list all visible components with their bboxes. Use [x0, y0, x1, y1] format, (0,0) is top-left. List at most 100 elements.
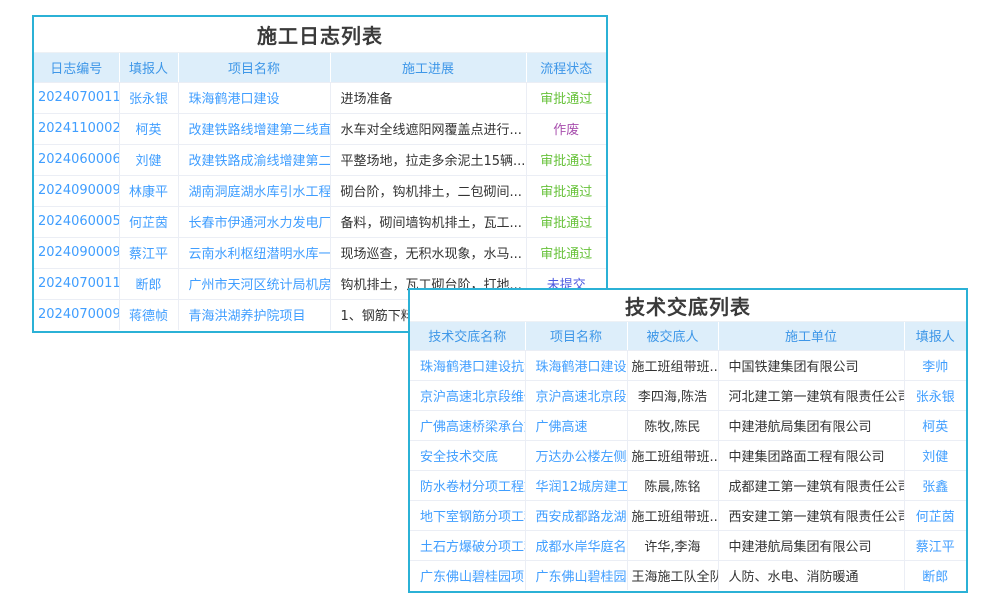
construction-log-header: 日志编号 填报人 项目名称 施工进展 流程状态	[34, 53, 606, 82]
column-header-progress: 施工进展	[330, 53, 526, 82]
cell-project[interactable]: 青海洪湖养护院项目	[178, 299, 330, 330]
cell-project[interactable]: 云南水利枢纽潜明水库一...	[178, 237, 330, 268]
cell-unit: 中建集团路面工程有限公司	[718, 440, 904, 470]
cell-project[interactable]: 湖南洞庭湖水库引水工程...	[178, 175, 330, 206]
cell-progress: 砌台阶，钩机排土，二包砌间...	[330, 175, 526, 206]
table-row: 2024060006刘健改建铁路成渝线增建第二...平整场地，拉走多余泥土15辆…	[34, 144, 606, 175]
cell-unit: 西安建工第一建筑有限责任公司	[718, 500, 904, 530]
cell-reporter[interactable]: 蔡江平	[119, 237, 178, 268]
table-row: 2024090009蔡江平云南水利枢纽潜明水库一...现场巡查，无积水现象，水马…	[34, 237, 606, 268]
table-row: 京沪高速北京段维修...京沪高速北京段维修李四海,陈浩河北建工第一建筑有限责任公…	[410, 380, 966, 410]
cell-status: 审批通过	[526, 206, 606, 237]
cell-project[interactable]: 改建铁路成渝线增建第二...	[178, 144, 330, 175]
cell-log-no[interactable]: 2024070009	[34, 299, 119, 330]
cell-log-no[interactable]: 2024060006	[34, 144, 119, 175]
table-row: 广佛高速桥梁承台施...广佛高速陈牧,陈民中建港航局集团有限公司柯英	[410, 410, 966, 440]
table-row: 土石方爆破分项工程...成都水岸华庭名苑...许华,李海中建港航局集团有限公司蔡…	[410, 530, 966, 560]
cell-name[interactable]: 珠海鹤港口建设抗浮...	[410, 350, 525, 380]
cell-progress: 平整场地，拉走多余泥土15辆...	[330, 144, 526, 175]
cell-briefed: 陈晨,陈铭	[627, 470, 718, 500]
cell-unit: 河北建工第一建筑有限责任公司	[718, 380, 904, 410]
cell-log-no[interactable]: 2024110002	[34, 113, 119, 144]
cell-reporter[interactable]: 张永银	[119, 82, 178, 113]
cell-project[interactable]: 广州市天河区统计局机房...	[178, 268, 330, 299]
cell-reporter[interactable]: 蒋德帧	[119, 299, 178, 330]
column-header-construction-unit: 施工单位	[718, 322, 904, 350]
cell-reporter[interactable]: 何芷茵	[904, 500, 966, 530]
cell-project[interactable]: 京沪高速北京段维修	[525, 380, 627, 410]
cell-status: 审批通过	[526, 175, 606, 206]
cell-progress: 备料，砌间墙钩机排土，瓦工...	[330, 206, 526, 237]
cell-project[interactable]: 改建铁路线增建第二线直...	[178, 113, 330, 144]
cell-reporter[interactable]: 林康平	[119, 175, 178, 206]
cell-name[interactable]: 京沪高速北京段维修...	[410, 380, 525, 410]
cell-briefed: 李四海,陈浩	[627, 380, 718, 410]
cell-reporter[interactable]: 断郎	[904, 560, 966, 590]
cell-name[interactable]: 土石方爆破分项工程...	[410, 530, 525, 560]
column-header-log-no: 日志编号	[34, 53, 119, 82]
tech-disclosure-table: 技术交底名称 项目名称 被交底人 施工单位 填报人 珠海鹤港口建设抗浮...珠海…	[410, 322, 966, 590]
cell-reporter[interactable]: 李帅	[904, 350, 966, 380]
cell-log-no[interactable]: 2024070011	[34, 268, 119, 299]
cell-unit: 成都建工第一建筑有限责任公司	[718, 470, 904, 500]
cell-progress: 现场巡查，无积水现象，水马...	[330, 237, 526, 268]
cell-briefed: 许华,李海	[627, 530, 718, 560]
cell-reporter[interactable]: 何芷茵	[119, 206, 178, 237]
cell-progress: 水车对全线遮阳网覆盖点进行...	[330, 113, 526, 144]
column-header-status: 流程状态	[526, 53, 606, 82]
cell-name[interactable]: 安全技术交底	[410, 440, 525, 470]
cell-status: 审批通过	[526, 237, 606, 268]
table-row: 2024110002柯英改建铁路线增建第二线直...水车对全线遮阳网覆盖点进行.…	[34, 113, 606, 144]
cell-reporter[interactable]: 蔡江平	[904, 530, 966, 560]
tech-disclosure-title: 技术交底列表	[410, 290, 966, 322]
cell-log-no[interactable]: 2024090009	[34, 175, 119, 206]
table-row: 地下室钢筋分项工程...西安成都路龙湖上...施工班组带班...西安建工第一建筑…	[410, 500, 966, 530]
column-header-reporter: 填报人	[119, 53, 178, 82]
table-row: 安全技术交底万达办公楼左侧A...施工班组带班...中建集团路面工程有限公司刘健	[410, 440, 966, 470]
cell-name[interactable]: 广东佛山碧桂园项目...	[410, 560, 525, 590]
construction-log-panel: 施工日志列表 日志编号 填报人 项目名称 施工进展 流程状态 202407001…	[32, 15, 608, 333]
table-row: 2024090009林康平湖南洞庭湖水库引水工程...砌台阶，钩机排土，二包砌间…	[34, 175, 606, 206]
cell-reporter[interactable]: 张鑫	[904, 470, 966, 500]
cell-status: 审批通过	[526, 82, 606, 113]
cell-reporter[interactable]: 张永银	[904, 380, 966, 410]
table-row: 2024070011张永银珠海鹤港口建设进场准备审批通过	[34, 82, 606, 113]
cell-reporter[interactable]: 刘健	[904, 440, 966, 470]
construction-log-title: 施工日志列表	[34, 17, 606, 53]
cell-reporter[interactable]: 柯英	[904, 410, 966, 440]
tech-disclosure-body: 珠海鹤港口建设抗浮...珠海鹤港口建设施工班组带班...中国铁建集团有限公司李帅…	[410, 350, 966, 590]
cell-project[interactable]: 成都水岸华庭名苑...	[525, 530, 627, 560]
cell-briefed: 施工班组带班...	[627, 350, 718, 380]
cell-name[interactable]: 防水卷材分项工程施...	[410, 470, 525, 500]
table-row: 防水卷材分项工程施...华润12城房建工...陈晨,陈铭成都建工第一建筑有限责任…	[410, 470, 966, 500]
cell-reporter[interactable]: 刘健	[119, 144, 178, 175]
cell-project[interactable]: 长春市伊通河水力发电厂...	[178, 206, 330, 237]
cell-project[interactable]: 广佛高速	[525, 410, 627, 440]
cell-project[interactable]: 珠海鹤港口建设	[178, 82, 330, 113]
cell-project[interactable]: 华润12城房建工...	[525, 470, 627, 500]
cell-unit: 中建港航局集团有限公司	[718, 410, 904, 440]
cell-log-no[interactable]: 2024090009	[34, 237, 119, 268]
cell-briefed: 施工班组带班...	[627, 500, 718, 530]
cell-log-no[interactable]: 2024070011	[34, 82, 119, 113]
column-header-reporter: 填报人	[904, 322, 966, 350]
cell-project[interactable]: 广东佛山碧桂园项目	[525, 560, 627, 590]
cell-name[interactable]: 广佛高速桥梁承台施...	[410, 410, 525, 440]
table-row: 珠海鹤港口建设抗浮...珠海鹤港口建设施工班组带班...中国铁建集团有限公司李帅	[410, 350, 966, 380]
cell-project[interactable]: 西安成都路龙湖上...	[525, 500, 627, 530]
cell-unit: 人防、水电、消防暖通	[718, 560, 904, 590]
cell-briefed: 施工班组带班...	[627, 440, 718, 470]
cell-reporter[interactable]: 柯英	[119, 113, 178, 144]
cell-unit: 中国铁建集团有限公司	[718, 350, 904, 380]
column-header-disclosure-name: 技术交底名称	[410, 322, 525, 350]
cell-unit: 中建港航局集团有限公司	[718, 530, 904, 560]
cell-status: 作废	[526, 113, 606, 144]
cell-log-no[interactable]: 2024060005	[34, 206, 119, 237]
cell-reporter[interactable]: 断郎	[119, 268, 178, 299]
table-row: 广东佛山碧桂园项目...广东佛山碧桂园项目王海施工队全队人防、水电、消防暖通断郎	[410, 560, 966, 590]
cell-project[interactable]: 珠海鹤港口建设	[525, 350, 627, 380]
cell-project[interactable]: 万达办公楼左侧A...	[525, 440, 627, 470]
tech-disclosure-panel: 技术交底列表 技术交底名称 项目名称 被交底人 施工单位 填报人 珠海鹤港口建设…	[408, 288, 968, 593]
column-header-briefed-person: 被交底人	[627, 322, 718, 350]
cell-name[interactable]: 地下室钢筋分项工程...	[410, 500, 525, 530]
